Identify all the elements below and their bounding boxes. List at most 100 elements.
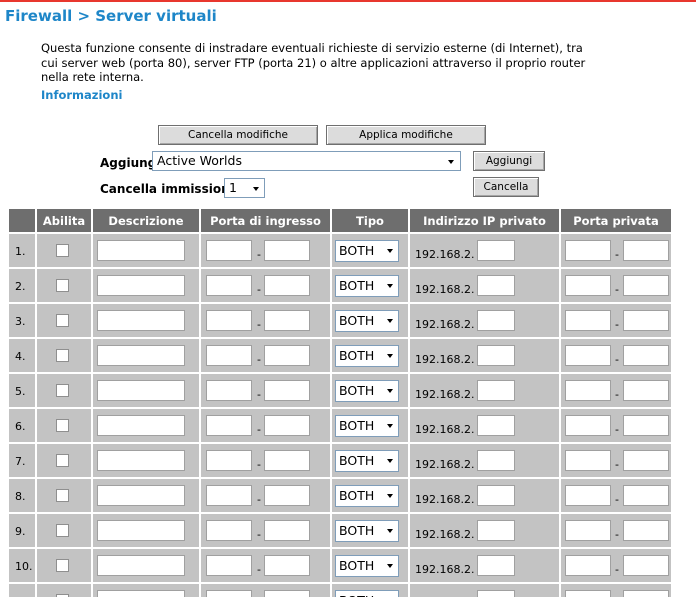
add-button[interactable]: Aggiungi — [473, 151, 545, 171]
inbound-port-start-input[interactable] — [206, 380, 252, 401]
private-ip-input[interactable] — [477, 310, 515, 331]
inbound-port-end-input[interactable] — [264, 415, 310, 436]
private-port-start-input[interactable] — [565, 310, 611, 331]
description-input[interactable] — [97, 275, 185, 296]
private-ip-input[interactable] — [477, 590, 515, 597]
private-port-end-input[interactable] — [623, 345, 669, 366]
private-ip-input[interactable] — [477, 485, 515, 506]
type-select[interactable]: BOTH — [335, 590, 399, 597]
description-input[interactable] — [97, 450, 185, 471]
clear-changes-button[interactable]: Cancella modifiche — [158, 125, 318, 145]
inbound-port-end-input[interactable] — [264, 240, 310, 261]
private-port-end-input[interactable] — [623, 520, 669, 541]
inbound-port-end-input[interactable] — [264, 450, 310, 471]
enable-checkbox[interactable] — [56, 314, 69, 327]
add-service-select[interactable]: Active Worlds — [152, 151, 461, 171]
info-link[interactable]: Informazioni — [41, 88, 122, 102]
inbound-port-start-input[interactable] — [206, 240, 252, 261]
description-input[interactable] — [97, 555, 185, 576]
inbound-port-start-input[interactable] — [206, 415, 252, 436]
private-ip-input[interactable] — [477, 345, 515, 366]
inbound-port-start-input[interactable] — [206, 590, 252, 597]
enable-checkbox[interactable] — [56, 384, 69, 397]
private-port-end-input[interactable] — [623, 415, 669, 436]
private-ip-input[interactable] — [477, 555, 515, 576]
description-input[interactable] — [97, 590, 185, 597]
inbound-port-start-input[interactable] — [206, 450, 252, 471]
private-port-end-input[interactable] — [623, 380, 669, 401]
description-input[interactable] — [97, 415, 185, 436]
private-port-end-input[interactable] — [623, 590, 669, 597]
row-number: 1. — [15, 245, 26, 258]
private-port-start-input[interactable] — [565, 240, 611, 261]
enable-checkbox[interactable] — [56, 349, 69, 362]
enable-checkbox[interactable] — [56, 279, 69, 292]
private-ip-input[interactable] — [477, 415, 515, 436]
private-port-end-input[interactable] — [623, 275, 669, 296]
description-input[interactable] — [97, 345, 185, 366]
private-port-start-input[interactable] — [565, 380, 611, 401]
private-port-start-input[interactable] — [565, 345, 611, 366]
type-select[interactable]: BOTH — [335, 555, 399, 577]
inbound-port-start-input[interactable] — [206, 310, 252, 331]
inbound-port-end-input[interactable] — [264, 380, 310, 401]
type-select[interactable]: BOTH — [335, 310, 399, 332]
private-port-start-input[interactable] — [565, 590, 611, 597]
enable-checkbox[interactable] — [56, 419, 69, 432]
private-port-start-input[interactable] — [565, 520, 611, 541]
delete-entry-select[interactable]: 1 — [224, 178, 265, 198]
inbound-port-end-input[interactable] — [264, 555, 310, 576]
apply-changes-button[interactable]: Applica modifiche — [326, 125, 486, 145]
inbound-port-end-input[interactable] — [264, 345, 310, 366]
description-input[interactable] — [97, 240, 185, 261]
private-ip-input[interactable] — [477, 520, 515, 541]
enable-checkbox[interactable] — [56, 244, 69, 257]
private-port-start-input[interactable] — [565, 485, 611, 506]
type-select[interactable]: BOTH — [335, 520, 399, 542]
private-port-end-input[interactable] — [623, 485, 669, 506]
inbound-port-end-input[interactable] — [264, 485, 310, 506]
inbound-port-start-input[interactable] — [206, 555, 252, 576]
enable-checkbox[interactable] — [56, 559, 69, 572]
inbound-port-start-input[interactable] — [206, 345, 252, 366]
private-port-start-input[interactable] — [565, 275, 611, 296]
private-ip-input[interactable] — [477, 275, 515, 296]
inbound-port-start-input[interactable] — [206, 520, 252, 541]
enable-checkbox[interactable] — [56, 524, 69, 537]
type-select[interactable]: BOTH — [335, 450, 399, 472]
enable-checkbox[interactable] — [56, 489, 69, 502]
type-select[interactable]: BOTH — [335, 485, 399, 507]
private-port-end-input[interactable] — [623, 310, 669, 331]
inbound-port-end-input[interactable] — [264, 520, 310, 541]
private-ip-input[interactable] — [477, 450, 515, 471]
delete-button[interactable]: Cancella — [473, 177, 539, 197]
private-port-start-input[interactable] — [565, 415, 611, 436]
port-separator: - — [615, 493, 619, 506]
type-select[interactable]: BOTH — [335, 415, 399, 437]
private-port-cell: - — [561, 374, 671, 407]
inbound-port-start-input[interactable] — [206, 275, 252, 296]
private-port-end-input[interactable] — [623, 450, 669, 471]
private-port-end-input[interactable] — [623, 240, 669, 261]
private-port-end-input[interactable] — [623, 555, 669, 576]
private-port-start-input[interactable] — [565, 555, 611, 576]
top-accent-line — [0, 0, 696, 2]
description-cell — [93, 409, 199, 442]
enable-checkbox[interactable] — [56, 454, 69, 467]
private-ip-input[interactable] — [477, 240, 515, 261]
description-cell — [93, 549, 199, 582]
inbound-port-start-input[interactable] — [206, 485, 252, 506]
description-input[interactable] — [97, 380, 185, 401]
inbound-port-end-input[interactable] — [264, 275, 310, 296]
type-select[interactable]: BOTH — [335, 380, 399, 402]
private-ip-input[interactable] — [477, 380, 515, 401]
type-select[interactable]: BOTH — [335, 240, 399, 262]
type-select[interactable]: BOTH — [335, 275, 399, 297]
type-select[interactable]: BOTH — [335, 345, 399, 367]
inbound-port-end-input[interactable] — [264, 590, 310, 597]
private-port-start-input[interactable] — [565, 450, 611, 471]
description-input[interactable] — [97, 310, 185, 331]
description-input[interactable] — [97, 520, 185, 541]
description-input[interactable] — [97, 485, 185, 506]
inbound-port-end-input[interactable] — [264, 310, 310, 331]
